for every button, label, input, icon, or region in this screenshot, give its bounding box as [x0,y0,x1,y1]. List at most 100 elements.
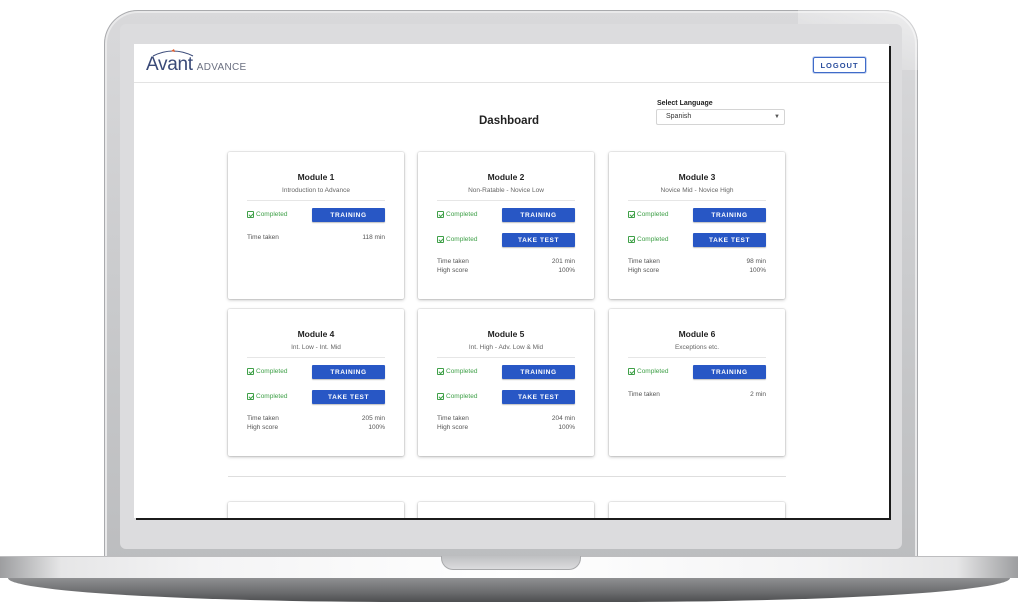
training-button[interactable]: TRAINING [502,208,575,222]
test-status: Completed [628,236,668,243]
time-taken: Time taken 204 min [437,415,575,422]
training-row: Completed TRAINING [247,208,385,222]
check-icon [628,211,635,218]
module-subtitle: Non-Ratable - Novice Low [468,187,544,194]
time-taken: Time taken 205 min [247,415,385,422]
card-divider [247,357,385,358]
test-row: Completed TAKE TEST [628,233,766,247]
training-status: Completed [247,368,287,375]
card-divider [628,357,766,358]
logo-sub-text: ADVANCE [196,62,247,73]
take-test-button[interactable]: TAKE TEST [502,233,575,247]
laptop-base-shadow [8,578,1010,602]
card-divider [437,200,575,201]
module-title: Module 2 [487,172,525,182]
check-icon [247,393,254,400]
time-value: 118 min [362,234,385,241]
score-value: 100% [368,424,385,431]
module-subtitle: Exceptions etc. [674,344,720,351]
score-label: High score [437,267,469,274]
module-title: Module 3 [678,172,716,182]
training-status: Completed [437,368,477,375]
caret-down-icon: ▼ [774,114,780,120]
module-card: Module 5 Int. High - Adv. Low & Mid Comp… [418,309,594,456]
training-status: Completed [247,211,287,218]
page-title: Dashboard [479,115,540,127]
module-card-partial [228,502,404,518]
status-text: Completed [446,236,478,243]
high-score: High score 100% [247,424,385,431]
logout-button[interactable]: LOGOUT [813,57,866,73]
language-label: Select Language [657,100,713,107]
test-row: Completed TAKE TEST [437,390,575,404]
module-subtitle: Int. High - Adv. Low & Mid [468,344,544,351]
language-selected-value: Spanish [666,113,692,120]
status-text: Completed [256,368,288,375]
training-button[interactable]: TRAINING [312,208,385,222]
score-value: 100% [558,267,575,274]
module-card: Module 6 Exceptions etc. Completed TRAIN… [609,309,785,456]
time-label: Time taken [628,391,660,398]
test-row: Completed TAKE TEST [247,390,385,404]
test-status: Completed [437,236,477,243]
check-icon [437,236,444,243]
check-icon [247,211,254,218]
time-value: 2 min [750,391,766,398]
time-value: 205 min [361,415,385,422]
time-value: 98 min [746,258,766,265]
training-button[interactable]: TRAINING [502,365,575,379]
score-label: High score [247,424,279,431]
training-row: Completed TRAINING [628,365,766,379]
check-icon [247,368,254,375]
time-value: 201 min [551,258,575,265]
training-row: Completed TRAINING [247,365,385,379]
time-taken: Time taken 98 min [628,258,766,265]
module-card-partial [609,502,785,518]
time-label: Time taken [437,415,469,422]
score-label: High score [437,424,469,431]
module-title: Module 1 [297,172,335,182]
check-icon [628,236,635,243]
module-card: Module 3 Novice Mid - Novice High Comple… [609,152,785,299]
status-text: Completed [637,211,669,218]
module-subtitle: Introduction to Advance [282,187,350,194]
high-score: High score 100% [437,424,575,431]
section-divider [228,476,786,477]
check-icon [437,368,444,375]
module-card: Module 4 Int. Low - Int. Mid Completed T… [228,309,404,456]
time-taken: Time taken 201 min [437,258,575,265]
status-text: Completed [256,393,288,400]
app-screen: Avant ADVANCE LOGOUT Dashboard Select La… [134,44,889,518]
time-label: Time taken [247,415,279,422]
time-taken: Time taken 118 min [247,234,385,241]
training-status: Completed [628,211,668,218]
language-select[interactable]: Spanish ▼ [656,109,785,125]
training-button[interactable]: TRAINING [312,365,385,379]
training-button[interactable]: TRAINING [693,208,766,222]
module-card: Module 2 Non-Ratable - Novice Low Comple… [418,152,594,299]
card-divider [247,200,385,201]
status-text: Completed [637,368,669,375]
test-status: Completed [437,393,477,400]
time-label: Time taken [247,234,279,241]
score-value: 100% [749,267,766,274]
training-button[interactable]: TRAINING [693,365,766,379]
high-score: High score 100% [628,267,766,274]
take-test-button[interactable]: TAKE TEST [693,233,766,247]
status-text: Completed [256,211,288,218]
status-text: Completed [637,236,669,243]
score-label: High score [628,267,660,274]
module-subtitle: Novice Mid - Novice High [660,187,734,194]
app-header: Avant ADVANCE LOGOUT [134,44,889,83]
check-icon [628,368,635,375]
time-value: 204 min [551,415,575,422]
take-test-button[interactable]: TAKE TEST [502,390,575,404]
logo-main-text: Avant [146,54,193,75]
status-text: Completed [446,368,478,375]
take-test-button[interactable]: TAKE TEST [312,390,385,404]
test-row: Completed TAKE TEST [437,233,575,247]
time-label: Time taken [437,258,469,265]
module-title: Module 5 [487,329,525,339]
module-title: Module 6 [678,329,716,339]
module-title: Module 4 [297,329,335,339]
